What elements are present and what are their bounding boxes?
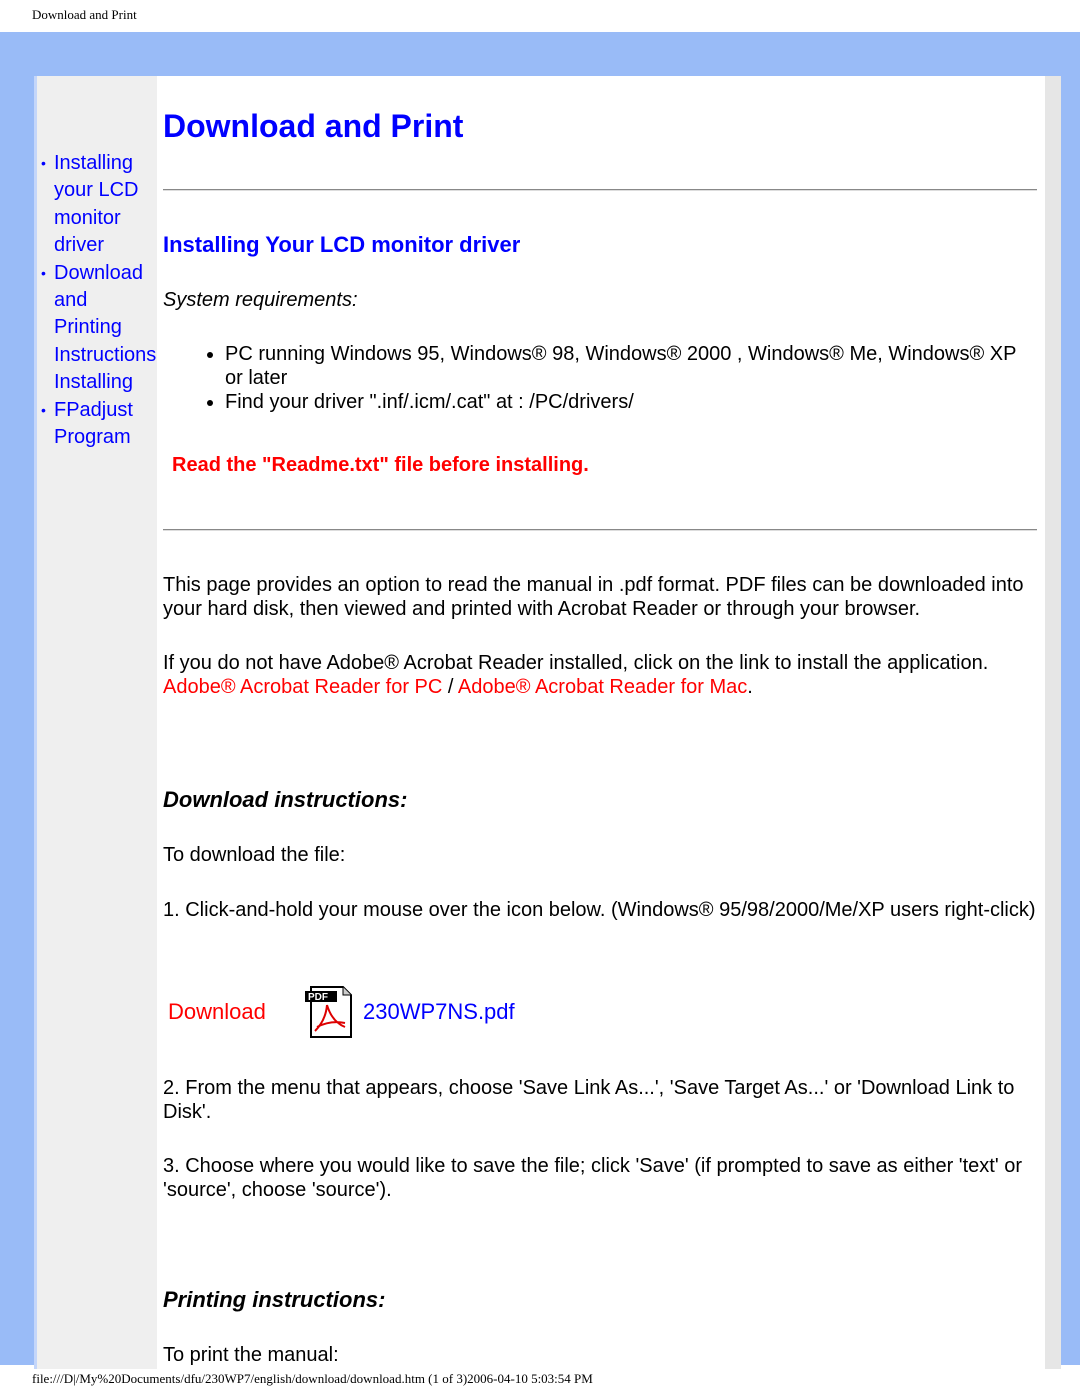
period: .	[747, 676, 753, 698]
nav-fpadjust[interactable]: FPadjust Program	[54, 397, 158, 452]
browser-header: Download and Print	[32, 7, 137, 22]
acrobat-mac-link[interactable]: Adobe® Acrobat Reader for Mac	[458, 676, 747, 698]
intro-paragraph: This page provides an option to read the…	[163, 574, 1024, 620]
acrobat-pc-link[interactable]: Adobe® Acrobat Reader for PC	[163, 676, 442, 698]
separator: /	[442, 676, 458, 698]
printing-heading: Printing instructions:	[163, 1287, 386, 1312]
list-item: Find your driver ".inf/.icm/.cat" at : /…	[225, 390, 1037, 414]
print-intro: To print the manual:	[163, 1344, 339, 1366]
readme-notice: Read the "Readme.txt" file before instal…	[172, 454, 589, 476]
right-strip	[1045, 76, 1061, 1369]
sysreq-label: System requirements:	[163, 289, 358, 311]
content-frame: • Installing your LCD monitor driver • Dow…	[34, 76, 1061, 1369]
divider	[163, 529, 1037, 531]
download-heading: Download instructions:	[163, 787, 408, 812]
page-background: • Installing your LCD monitor driver • Dow…	[0, 32, 1080, 1369]
sidebar-nav: • Installing your LCD monitor driver • Dow…	[41, 150, 158, 451]
divider	[163, 189, 1037, 191]
bullet-icon: •	[41, 155, 46, 171]
nav-installing-driver[interactable]: Installing your LCD monitor driver	[54, 150, 158, 260]
section-heading: Installing Your LCD monitor driver	[163, 232, 521, 257]
download-intro: To download the file:	[163, 844, 346, 866]
pdf-file-icon[interactable]: PDF	[305, 985, 355, 1039]
pdf-file-link[interactable]: 230WP7NS.pdf	[363, 999, 515, 1025]
nav-download-printing[interactable]: Download and Printing Instructions	[54, 260, 158, 370]
download-link[interactable]: Download	[168, 999, 305, 1025]
step-2: 2. From the menu that appears, choose 'S…	[163, 1077, 1015, 1123]
page-title: Download and Print	[163, 108, 464, 144]
bullet-icon: •	[41, 401, 46, 418]
svg-text:PDF: PDF	[308, 992, 328, 1003]
nav-installing[interactable]: Installing	[54, 369, 158, 396]
list-item: PC running Windows 95, Windows® 98, Wind…	[225, 342, 1037, 390]
step-1: 1. Click-and-hold your mouse over the ic…	[163, 899, 1036, 921]
acrobat-paragraph: If you do not have Adobe® Acrobat Reader…	[163, 652, 989, 674]
requirements-list: PC running Windows 95, Windows® 98, Wind…	[163, 342, 1037, 414]
bullet-icon: •	[41, 264, 46, 281]
step-3: 3. Choose where you would like to save t…	[163, 1155, 1023, 1201]
browser-footer: file:///D|/My%20Documents/dfu/230WP7/eng…	[32, 1371, 593, 1386]
